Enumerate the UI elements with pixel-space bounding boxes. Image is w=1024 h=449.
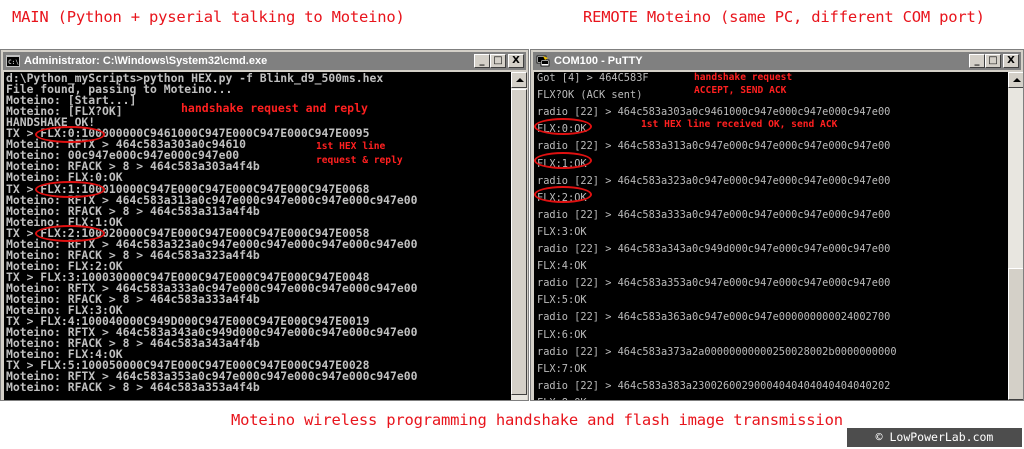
caption-description: Moteino wireless programming handshake a… xyxy=(231,411,843,429)
putty-scrollbar[interactable] xyxy=(1008,72,1023,400)
scroll-up-arrow-icon[interactable] xyxy=(1008,72,1023,88)
annotation-request-reply: request & reply xyxy=(316,155,403,166)
cmd-console-icon: C:\ xyxy=(6,55,20,67)
annotation-first-hex-received: 1st HEX line received OK, send ACK xyxy=(641,119,838,130)
cmd-minimize-button[interactable]: _ xyxy=(474,54,490,68)
putty-close-button[interactable]: X xyxy=(1003,54,1019,68)
annotation-handshake: handshake request and reply xyxy=(181,101,368,115)
cmd-scrollbar[interactable] xyxy=(511,72,527,400)
putty-titlebar[interactable]: COM100 - PuTTY _ □ X xyxy=(533,52,1021,70)
cmd-maximize-button[interactable]: □ xyxy=(490,54,506,68)
putty-output-line: FLX:3:OK xyxy=(537,225,587,238)
cmd-scroll-thumb[interactable] xyxy=(511,89,527,395)
svg-text:C:\: C:\ xyxy=(8,59,19,66)
caption-main: MAIN (Python + pyserial talking to Motei… xyxy=(12,8,405,26)
putty-output-line: radio [22] > 464c583a343a0c949d000c947e0… xyxy=(537,243,891,255)
putty-output-line: radio [22] > 464c583a373a2a0000000000025… xyxy=(537,345,897,358)
putty-window[interactable]: COM100 - PuTTY _ □ X Got [4] > 464C583F F… xyxy=(530,49,1024,401)
highlight-oval-flx0 xyxy=(534,118,592,135)
putty-scroll-thumb[interactable] xyxy=(1008,268,1023,400)
putty-output-line: radio [22] > 464c583a333a0c947e000c947e0… xyxy=(537,208,891,221)
highlight-oval-flx2 xyxy=(35,225,105,242)
annotation-first-hex-line: 1st HEX line xyxy=(316,141,386,152)
putty-output-line: FLX:8:OK xyxy=(537,397,587,400)
cmd-titlebar[interactable]: C:\ Administrator: C:\Windows\System32\c… xyxy=(3,52,526,70)
caption-remote: REMOTE Moteino (same PC, different COM p… xyxy=(583,8,985,26)
putty-output-line: radio [22] > 464c583a383a230026002900040… xyxy=(537,379,891,392)
highlight-oval-flx2 xyxy=(534,186,592,203)
annotation-accept-send-ack: ACCEPT, SEND ACK xyxy=(694,85,787,96)
putty-output-line: Got [4] > 464C583F xyxy=(537,72,649,84)
scroll-up-arrow-icon[interactable] xyxy=(511,72,527,88)
cmd-output-line: Moteino: RFACK > 8 > 464c583a353a4f4b xyxy=(6,380,260,395)
putty-output-line: FLX:7:OK xyxy=(537,362,587,375)
highlight-oval-flx0 xyxy=(35,126,105,143)
putty-output-line: FLX:5:OK xyxy=(537,294,587,307)
putty-output-line: FLX:4:OK xyxy=(537,260,587,273)
putty-output-line: radio [22] > 464c583a323a0c947e000c947e0… xyxy=(537,174,891,187)
putty-title: COM100 - PuTTY xyxy=(554,55,643,67)
putty-output-line: FLX?OK (ACK sent) xyxy=(537,89,643,102)
putty-console-output[interactable]: Got [4] > 464C583F FLX?OK (ACK sent) radio… xyxy=(534,72,1008,400)
cmd-close-button[interactable]: X xyxy=(508,54,524,68)
putty-output-line: FLX:6:OK xyxy=(537,328,587,341)
putty-minimize-button[interactable]: _ xyxy=(969,54,985,68)
putty-output-line: radio [22] > 464c583a353a0c947e000c947e0… xyxy=(537,277,891,290)
highlight-oval-flx1 xyxy=(534,152,592,169)
putty-output-line: radio [22] > 464c583a313a0c947e000c947e0… xyxy=(537,140,891,153)
cmd-console-output[interactable]: d:\Python_myScripts>python HEX.py -f Bli… xyxy=(4,72,511,400)
putty-terminal-icon xyxy=(536,55,550,67)
cmd-title: Administrator: C:\Windows\System32\cmd.e… xyxy=(24,55,268,67)
putty-output-line: radio [22] > 464c583a303a0c9461000c947e0… xyxy=(537,106,891,119)
putty-output-line: radio [22] > 464c583a363a0c947e000c947e0… xyxy=(537,311,891,324)
putty-maximize-button[interactable]: □ xyxy=(985,54,1001,68)
copyright-watermark: © LowPowerLab.com xyxy=(847,428,1022,447)
highlight-oval-flx1 xyxy=(35,181,105,198)
cmd-window[interactable]: C:\ Administrator: C:\Windows\System32\c… xyxy=(0,49,529,401)
